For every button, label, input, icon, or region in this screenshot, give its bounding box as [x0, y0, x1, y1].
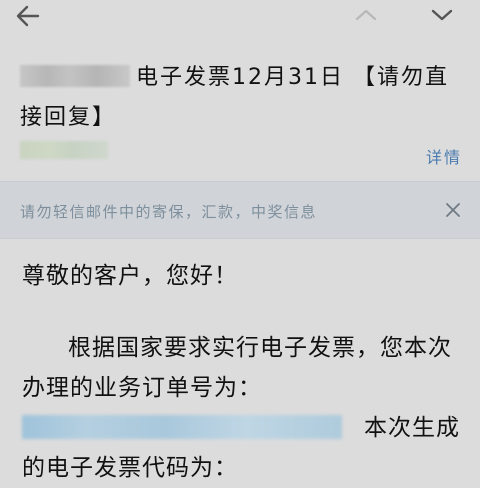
- chevron-down-icon[interactable]: [426, 2, 458, 30]
- close-icon[interactable]: [444, 201, 462, 219]
- email-body: 尊敬的客户，您好！ 根据国家要求实行电子发票，您本次办理的业务订单号为： 本次生…: [22, 256, 462, 488]
- chevron-up-icon[interactable]: [350, 2, 382, 30]
- warning-text: 请勿轻信邮件中的寄保，汇款，中奖信息: [20, 203, 318, 221]
- arrow-left-icon[interactable]: [12, 2, 44, 30]
- email-subject: 电子发票12月31日 【请勿直接回复】: [20, 58, 470, 138]
- redacted-sender: [20, 65, 130, 87]
- paragraph-text-a: 根据国家要求实行电子发票，您本次办理的业务订单号为：: [22, 335, 452, 401]
- security-warning-banner: 请勿轻信邮件中的寄保，汇款，中奖信息: [0, 181, 480, 239]
- details-link[interactable]: 详情: [426, 144, 462, 168]
- top-toolbar: [0, 0, 480, 36]
- body-paragraph: 根据国家要求实行电子发票，您本次办理的业务订单号为： 本次生成的电子发票代码为：: [22, 328, 462, 488]
- redacted-order-number: [22, 415, 342, 439]
- greeting: 尊敬的客户，您好！: [22, 263, 238, 289]
- redacted-recipient: [20, 141, 108, 159]
